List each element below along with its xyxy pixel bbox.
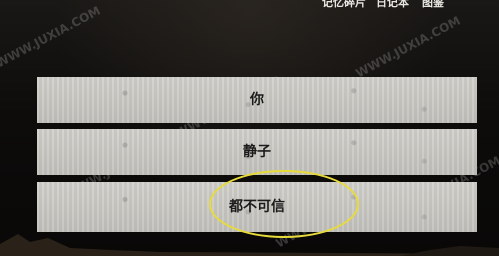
menu-diary[interactable]: 日记本 <box>376 0 409 9</box>
top-menu: 记忆碎片 日记本 图鉴 <box>318 0 499 11</box>
option-label: 都不可信 <box>229 199 285 215</box>
watermark: WWW.JUXIA.COM <box>0 3 103 71</box>
watermark: WWW.JUXIA.COM <box>353 13 463 81</box>
option-label: 你 <box>250 92 264 108</box>
option-label: 静子 <box>243 144 271 160</box>
menu-memory-fragments[interactable]: 记忆碎片 <box>322 0 366 9</box>
dialogue-option-you[interactable]: 你 <box>37 77 477 123</box>
dialogue-option-trust-no-one[interactable]: 都不可信 <box>37 182 477 232</box>
game-screen: WWW.JUXIA.COM WWW.JUXIA.COM WWW.JUXIA.CO… <box>0 0 499 256</box>
dialogue-option-shizuko[interactable]: 静子 <box>37 129 477 175</box>
menu-encyclopedia[interactable]: 图鉴 <box>422 0 444 9</box>
